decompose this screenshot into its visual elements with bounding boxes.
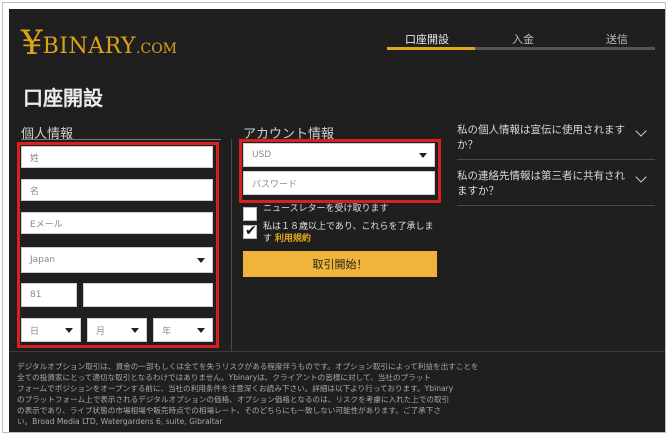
email-field[interactable]: Eメール xyxy=(21,212,213,234)
faq-divider xyxy=(457,205,655,206)
last-name-field[interactable]: 姓 xyxy=(21,146,213,168)
dob-month-select[interactable]: 月 xyxy=(87,318,147,342)
risk-disclaimer: デジタルオプション取引は、資金の一部もしくは全てを失うリスクがある程度伴うもので… xyxy=(17,362,479,426)
terms-link[interactable]: 利用規約 xyxy=(275,234,311,244)
phone-code-field[interactable]: 81 xyxy=(21,283,77,307)
faq-item-ads[interactable]: 私の個人情報は宣伝に使用されますか？ xyxy=(457,123,627,153)
country-value: Japan xyxy=(30,255,56,265)
progress-active-segment xyxy=(387,47,475,50)
column-divider xyxy=(231,139,232,351)
chevron-down-icon xyxy=(65,328,73,333)
currency-value: USD xyxy=(252,150,272,160)
chevron-down-icon xyxy=(197,258,205,263)
faq-item-third-party[interactable]: 私の連絡先情報は第三者に共有されますか？ xyxy=(457,169,627,199)
dob-year-select[interactable]: 年 xyxy=(153,318,213,342)
dob-day-value: 日 xyxy=(30,326,40,337)
country-select[interactable]: Japan xyxy=(21,247,213,273)
logo-suffix: .COM xyxy=(136,40,178,57)
start-trading-button[interactable]: 取引開始！ xyxy=(243,251,437,277)
first-name-field[interactable]: 名 xyxy=(21,179,213,201)
screenshot-frame: ¥ BINARY .COM 口座開設 入金 送信 口座開設 個人情報 姓 名 E… xyxy=(2,2,666,433)
faq-divider xyxy=(457,159,655,160)
chevron-down-icon[interactable] xyxy=(635,125,647,137)
registration-page: ¥ BINARY .COM 口座開設 入金 送信 口座開設 個人情報 姓 名 E… xyxy=(9,9,665,432)
chevron-down-icon xyxy=(419,153,427,158)
page-title: 口座開設 xyxy=(23,86,103,110)
logo-word: BINARY xyxy=(42,33,137,59)
yen-logo-icon: ¥ xyxy=(21,23,43,63)
chevron-down-icon xyxy=(131,328,139,333)
age-terms-checkbox[interactable]: ✔ xyxy=(243,223,257,239)
step-deposit: 入金 xyxy=(512,33,534,46)
chevron-down-icon[interactable] xyxy=(635,171,647,183)
newsletter-checkbox[interactable] xyxy=(243,207,257,221)
dob-year-value: 年 xyxy=(162,326,172,337)
logo[interactable]: ¥ BINARY .COM xyxy=(21,23,177,63)
step-account-opening: 口座開設 xyxy=(405,33,449,46)
step-send: 送信 xyxy=(606,33,628,46)
password-field[interactable]: パスワード xyxy=(243,171,435,195)
currency-select[interactable]: USD xyxy=(243,143,435,167)
newsletter-label: ニュースレターを受け取ります xyxy=(263,204,389,214)
age-terms-label: 私は１８歳以上であり、これらを了承します 利用規約 xyxy=(263,221,441,245)
phone-number-field[interactable] xyxy=(83,283,213,307)
chevron-down-icon xyxy=(197,328,205,333)
dob-day-select[interactable]: 日 xyxy=(21,318,81,342)
checkmark-icon: ✔ xyxy=(245,223,257,239)
dob-month-value: 月 xyxy=(96,326,106,337)
personal-info-rule xyxy=(21,139,221,140)
footer-divider xyxy=(9,351,665,352)
